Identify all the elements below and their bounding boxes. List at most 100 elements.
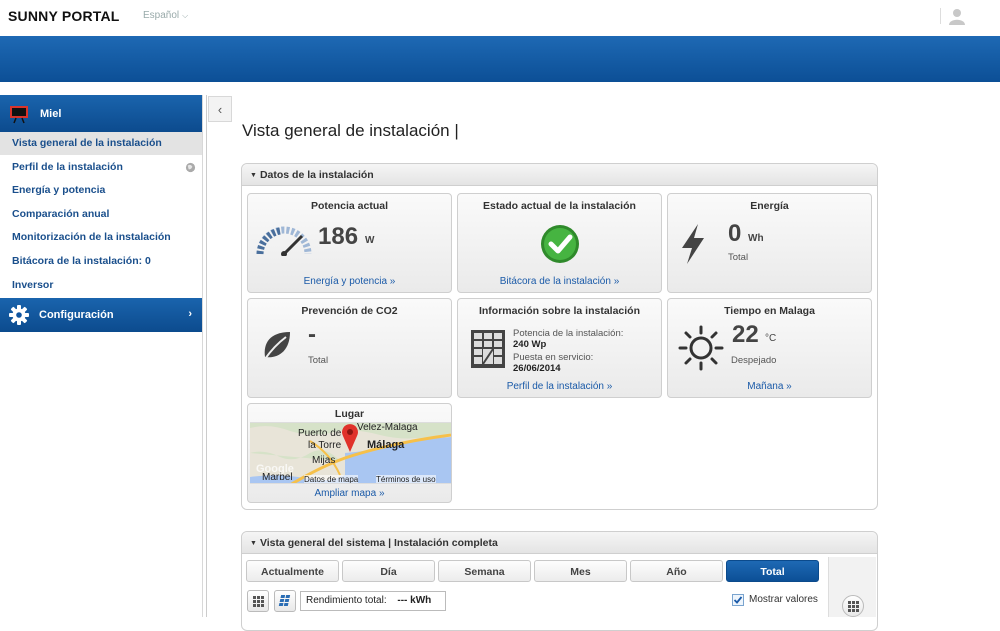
system-overview-panel: ▼ Vista general del sistema | Instalación… bbox=[241, 531, 878, 631]
tile-energy: Energía 0 Wh Total bbox=[667, 193, 872, 293]
user-icon[interactable] bbox=[948, 7, 966, 25]
lightning-icon bbox=[682, 224, 704, 264]
power-unit: W bbox=[365, 235, 375, 246]
collapse-triangle-icon: ▼ bbox=[250, 172, 257, 179]
tile-location: Lugar Velez-Malaga Puerto de la Torre Má… bbox=[247, 403, 452, 503]
header-banner bbox=[0, 36, 1000, 82]
plant-data-header[interactable]: ▼ Datos de la instalación bbox=[242, 164, 877, 186]
power-gauge-icon bbox=[256, 226, 312, 256]
collapse-sidebar-button[interactable]: ‹ bbox=[208, 96, 232, 122]
commission-label: Puesta en servicio: bbox=[513, 352, 594, 363]
plant-power-value: 240 Wp bbox=[513, 339, 547, 350]
system-overview-header[interactable]: ▼ Vista general del sistema | Instalación… bbox=[242, 532, 877, 554]
commission-value: 26/06/2014 bbox=[513, 363, 561, 374]
map-data-link[interactable]: Datos de mapa bbox=[304, 475, 359, 483]
co2-value: - bbox=[308, 321, 316, 348]
energy-value: 0 bbox=[728, 220, 742, 247]
chevron-left-icon: ‹ bbox=[217, 101, 223, 117]
tab-day[interactable]: Día bbox=[342, 560, 435, 582]
map-terms-link[interactable]: Términos de uso bbox=[376, 475, 436, 483]
grid-icon bbox=[848, 601, 859, 612]
map-label-torre: la Torre bbox=[308, 440, 342, 451]
tile-title: Potencia actual bbox=[310, 200, 389, 212]
user-separator bbox=[940, 8, 941, 24]
energy-power-link[interactable]: Energía y potencia » bbox=[248, 276, 451, 287]
sidebar-config[interactable]: Configuración › bbox=[0, 298, 202, 333]
config-label: Configuración bbox=[39, 309, 114, 322]
globe-icon bbox=[185, 162, 196, 172]
total-yield-value: --- kWh bbox=[397, 595, 432, 606]
sidebar-plant-header[interactable]: Miel bbox=[0, 95, 202, 132]
location-map[interactable]: Velez-Malaga Puerto de la Torre Málaga M… bbox=[250, 422, 451, 484]
leaf-icon bbox=[264, 332, 290, 360]
status-ok-icon bbox=[541, 225, 579, 263]
plant-profile-link[interactable]: Perfil de la instalación » bbox=[458, 381, 661, 392]
show-values-label: Mostrar valores bbox=[749, 594, 818, 605]
solar-panel-icon bbox=[471, 330, 505, 368]
chevron-right-icon: › bbox=[188, 308, 192, 321]
tile-title: Tiempo en Malaga bbox=[724, 305, 815, 317]
map-label-mijas: Mijas bbox=[312, 455, 336, 466]
tile-plant-status: Estado actual de la instalación Bitácora… bbox=[457, 193, 662, 293]
tile-co2: Prevención de CO2 - Total bbox=[247, 298, 452, 398]
tile-title: Lugar bbox=[334, 408, 365, 420]
panel-view-button[interactable] bbox=[274, 590, 296, 612]
plant-data-title: Datos de la instalación bbox=[259, 169, 374, 181]
gear-icon bbox=[9, 305, 29, 326]
collapse-triangle-icon: ▼ bbox=[250, 540, 257, 547]
tile-plant-info: Información sobre la instalación Potenci… bbox=[457, 298, 662, 398]
power-value: 186 bbox=[318, 223, 359, 250]
total-yield-box: Rendimiento total: --- kWh bbox=[300, 591, 446, 611]
tile-weather: Tiempo en Malaga 22 °C Despejado Mañana … bbox=[667, 298, 872, 398]
sidebar-divider bbox=[206, 95, 207, 617]
sidebar-item-overview[interactable]: Vista general de la instalación bbox=[0, 132, 202, 156]
grid-icon bbox=[253, 596, 264, 607]
overview-grid-button[interactable] bbox=[842, 595, 864, 617]
brand-logo[interactable]: SUNNY PORTAL bbox=[8, 8, 120, 24]
enlarge-map-link[interactable]: Ampliar mapa » bbox=[248, 488, 451, 499]
sidebar: Miel Vista general de la instalación Per… bbox=[0, 95, 203, 617]
language-label: Español bbox=[143, 10, 180, 21]
map-pin-icon bbox=[342, 424, 358, 452]
sidebar-item-inverter[interactable]: Inversor bbox=[0, 274, 202, 298]
chevron-down-icon: ⌵ bbox=[182, 11, 189, 20]
sidebar-item-profile[interactable]: Perfil de la instalación bbox=[0, 156, 202, 180]
tile-title: Energía bbox=[750, 200, 789, 212]
map-label-malaga: Málaga bbox=[367, 439, 405, 451]
tile-title: Información sobre la instalación bbox=[478, 305, 641, 317]
tab-year[interactable]: Año bbox=[630, 560, 723, 582]
tab-week[interactable]: Semana bbox=[438, 560, 531, 582]
energy-unit: Wh bbox=[748, 233, 764, 244]
sun-icon bbox=[678, 325, 724, 371]
show-values-checkbox[interactable] bbox=[732, 594, 744, 606]
tab-month[interactable]: Mes bbox=[534, 560, 627, 582]
map-label-puerto: Puerto de bbox=[298, 428, 342, 439]
sidebar-item-label: Comparación anual bbox=[12, 207, 110, 220]
plant-name: Miel bbox=[40, 107, 62, 120]
total-yield-label: Rendimiento total: bbox=[306, 595, 387, 606]
sidebar-item-monitoring[interactable]: Monitorización de la instalación bbox=[0, 226, 202, 250]
energy-caption: Total bbox=[728, 252, 749, 263]
top-bar: SUNNY PORTAL Español ⌵ bbox=[0, 0, 1000, 36]
map-label-velez: Velez-Malaga bbox=[357, 422, 418, 433]
tile-title: Estado actual de la instalación bbox=[483, 200, 636, 212]
sidebar-item-label: Energía y potencia bbox=[12, 184, 106, 197]
tab-current[interactable]: Actualmente bbox=[246, 560, 339, 582]
sidebar-item-label: Monitorización de la instalación bbox=[12, 231, 171, 244]
plant-power-label: Potencia de la instalación: bbox=[513, 328, 624, 339]
language-selector[interactable]: Español ⌵ bbox=[143, 10, 188, 21]
checkmark-icon bbox=[733, 596, 743, 604]
logbook-link[interactable]: Bitácora de la instalación » bbox=[458, 276, 661, 287]
temperature-unit: °C bbox=[765, 333, 777, 344]
tomorrow-link[interactable]: Mañana » bbox=[668, 381, 871, 392]
tab-total[interactable]: Total bbox=[726, 560, 819, 582]
solar-panel-icon bbox=[278, 595, 291, 606]
grid-view-button[interactable] bbox=[247, 590, 269, 612]
solar-plant-icon bbox=[10, 105, 28, 123]
plant-data-panel: ▼ Datos de la instalación Potencia actual… bbox=[241, 163, 878, 510]
sidebar-item-label: Bitácora de la instalación: 0 bbox=[12, 254, 151, 267]
google-logo: Google bbox=[256, 463, 294, 475]
sidebar-item-logbook[interactable]: Bitácora de la instalación: 0 bbox=[0, 250, 202, 274]
sidebar-item-energy[interactable]: Energía y potencia bbox=[0, 179, 202, 203]
sidebar-item-annual[interactable]: Comparación anual bbox=[0, 203, 202, 227]
